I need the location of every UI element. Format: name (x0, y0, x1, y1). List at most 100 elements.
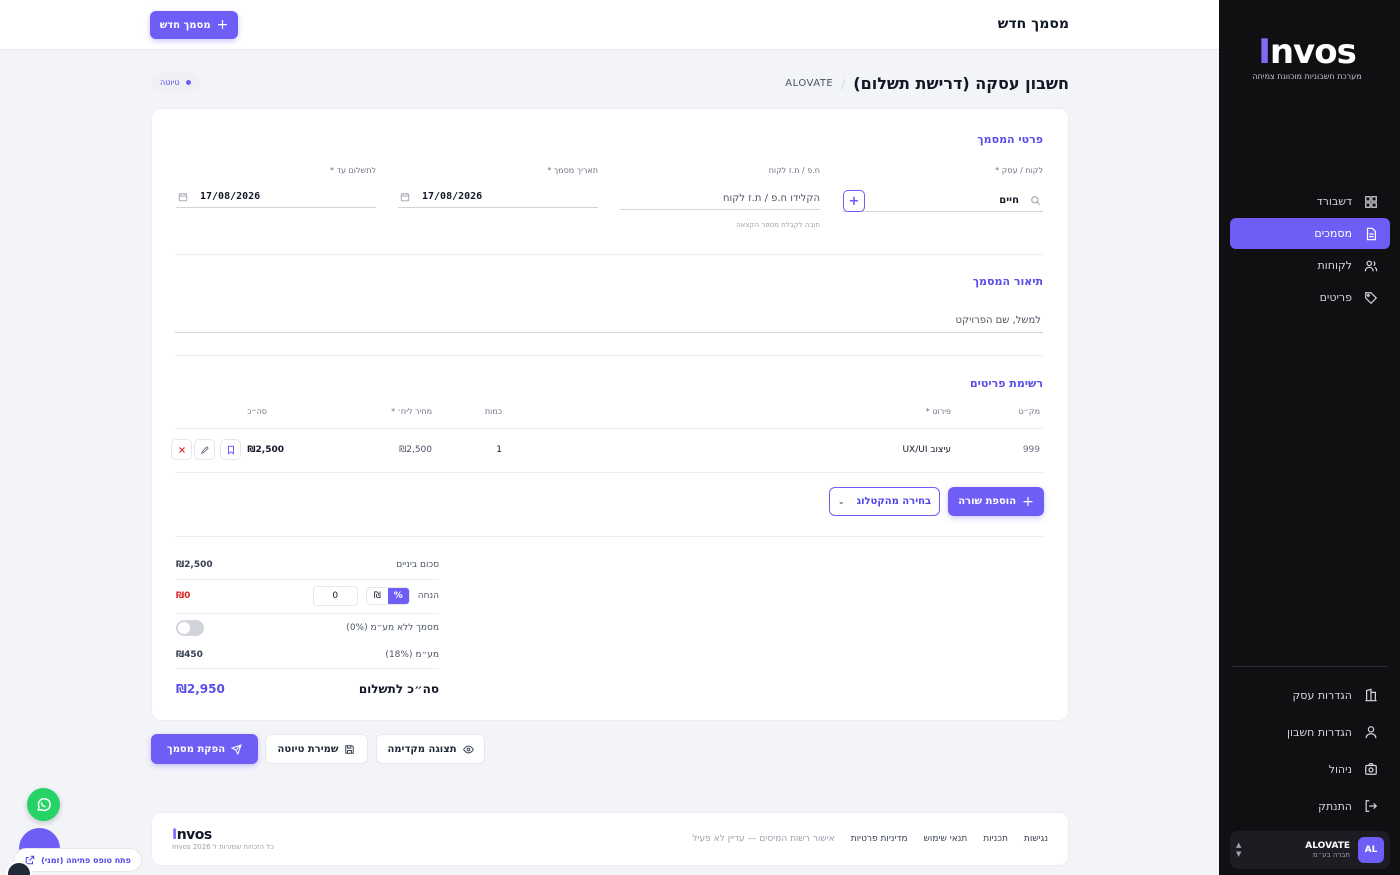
footer-link-privacy[interactable]: מדיניות פרטיות (851, 834, 908, 844)
taxid-label: ח.פ / ת.ז לקוח (768, 166, 820, 175)
document-date-value: 17/08/2026 (422, 191, 483, 202)
row-quantity[interactable]: 1 (496, 445, 502, 455)
preview-label: תצוגה מקדימה (387, 743, 457, 755)
save-draft-button[interactable]: שמירת טיוטה (265, 734, 368, 764)
sidebar-item-logout[interactable]: התנתק (1230, 788, 1390, 824)
vat-label: מע״מ (18%) (385, 650, 439, 660)
page-title: מסמך חדש (997, 16, 1069, 32)
issue-document-button[interactable]: הפקת מסמך (151, 734, 258, 764)
add-row-label: הוספת שורה (958, 496, 1017, 507)
summary-divider (176, 613, 439, 614)
sidebar-item-label: הגדרות עסק (1292, 688, 1353, 702)
no-vat-toggle[interactable] (176, 620, 204, 636)
taxid-input[interactable]: הקלידו ח.פ / ת.ז לקוח (620, 188, 820, 210)
document-date-input[interactable]: 17/08/2026 (398, 186, 598, 208)
grid-icon (1365, 195, 1377, 208)
edit-row-button[interactable] (194, 439, 215, 460)
topbar: מסמך חדש + מסמך חדש (0, 0, 1219, 50)
preview-button[interactable]: תצוגה מקדימה (376, 734, 485, 764)
bookmark-icon (227, 445, 234, 455)
plus-icon: + (216, 17, 229, 33)
calendar-icon (178, 192, 188, 202)
issue-document-label: הפקת מסמך (166, 743, 226, 755)
save-draft-label: שמירת טיוטה (277, 743, 339, 755)
tag-icon (1365, 291, 1378, 304)
due-date-label: לתשלום עד * (330, 166, 376, 175)
camera-icon (1365, 763, 1377, 775)
new-document-button[interactable]: + מסמך חדש (150, 11, 238, 39)
sidebar-item-label: הגדרות חשבון (1287, 725, 1352, 739)
subtotal-label: סכום ביניים (396, 560, 439, 570)
due-date-input[interactable]: 17/08/2026 (176, 186, 376, 208)
total-value: ₪2,950 (176, 682, 225, 696)
client-label: לקוח / עסק * (995, 166, 1043, 175)
section-divider (175, 355, 1043, 356)
discount-percent-option[interactable]: % (387, 588, 409, 604)
sidebar: Invos מערכת חשבוניות מוכוונת צמיחה דשבור… (1219, 0, 1400, 875)
add-client-button[interactable]: + (843, 190, 865, 212)
account-switcher[interactable]: AL ALOVATE חברה בע״מ ▲ ▼ (1230, 831, 1390, 869)
whatsapp-icon (37, 797, 51, 812)
whatsapp-button[interactable] (27, 788, 60, 821)
brand-tagline: מערכת חשבוניות מוכוונת צמיחה (1252, 72, 1362, 81)
eye-icon (462, 745, 474, 753)
discount-type-toggle[interactable]: % ₪ (365, 587, 410, 605)
footer: נגישות תכניות תנאי שימוש מדיניות פרטיות … (151, 812, 1069, 866)
catalog-select-button[interactable]: בחירה מהקטלוג ⌄ (829, 487, 940, 516)
footer-link-terms[interactable]: תנאי שימוש (924, 834, 968, 844)
row-description[interactable]: עיצוב UX/UI (902, 445, 951, 455)
client-value: חיים (999, 195, 1019, 206)
column-header-quantity: כמות (484, 407, 502, 416)
discount-row: הנחה % ₪ 0 ₪0 (176, 586, 439, 606)
open-ticket-button[interactable]: פתח טופס פתיחה (זמני) (14, 848, 142, 872)
close-icon (178, 446, 185, 453)
save-to-catalog-button[interactable] (220, 439, 241, 460)
row-sku[interactable]: 999 (1023, 445, 1040, 455)
column-header-description: פירוט * (925, 407, 951, 416)
avatar: AL (1358, 837, 1384, 863)
footer-link-accessibility[interactable]: נגישות (1024, 834, 1048, 844)
sidebar-item-documents[interactable]: מסמכים (1230, 218, 1390, 249)
plus-icon: + (1022, 493, 1034, 510)
sidebar-item-business-settings[interactable]: הגדרות עסק (1230, 677, 1390, 713)
sidebar-bottom-nav: הגדרות עסק הגדרות חשבון ניהול התנתק (1230, 677, 1390, 825)
section-divider (175, 254, 1043, 255)
sidebar-item-items[interactable]: פריטים (1230, 282, 1390, 313)
sidebar-item-label: ניהול (1328, 762, 1352, 776)
summary-divider (176, 668, 439, 669)
discount-shekel-option[interactable]: ₪ (367, 588, 388, 604)
save-icon (345, 744, 355, 754)
document-form-card: פרטי המסמך לקוח / עסק * חיים + ח.פ / ת.ז… (151, 108, 1069, 721)
total-label: סה״כ לתשלום (358, 682, 439, 696)
footer-logo: Invos (172, 827, 212, 843)
discount-value: ₪0 (176, 591, 191, 601)
description-input[interactable]: למשל, שם הפרויקט (175, 308, 1043, 333)
footer-link-plans[interactable]: תכניות (983, 834, 1008, 844)
sidebar-item-clients[interactable]: לקוחות (1230, 250, 1390, 281)
taxid-placeholder: הקלידו ח.פ / ת.ז לקוח (722, 193, 820, 204)
breadcrumb-separator: / (841, 76, 846, 91)
sidebar-item-label: דשבורד (1316, 195, 1352, 208)
sidebar-item-label: לקוחות (1317, 259, 1352, 272)
discount-input[interactable]: 0 (312, 586, 358, 606)
table-header-divider (175, 428, 1043, 429)
subtotal-row: סכום ביניים ₪2,500 (176, 560, 439, 570)
logout-icon (1365, 800, 1378, 812)
sidebar-item-admin[interactable]: ניהול (1230, 751, 1390, 787)
summary-divider (176, 579, 439, 580)
send-icon (231, 743, 242, 755)
status-badge: טיוטה (151, 73, 200, 91)
row-unit-price[interactable]: ₪2,500 (399, 445, 432, 455)
users-icon (1364, 260, 1378, 271)
status-label: טיוטה (160, 77, 180, 87)
add-row-button[interactable]: + הוספת שורה (948, 487, 1044, 516)
no-vat-label: מסמך ללא מע״מ (0%) (346, 623, 439, 633)
delete-row-button[interactable] (171, 439, 192, 460)
brand-logo[interactable]: Invos מערכת חשבוניות מוכוונת צמיחה (1252, 32, 1362, 81)
description-placeholder: למשל, שם הפרויקט (955, 314, 1041, 326)
chevron-updown-icon: ▲ ▼ (1236, 841, 1242, 858)
taxid-hint: חובה לקבלת מספר הקצאה (736, 221, 820, 229)
sidebar-item-account-settings[interactable]: הגדרות חשבון (1230, 714, 1390, 750)
sidebar-item-dashboard[interactable]: דשבורד (1230, 186, 1390, 217)
total-row: סה״כ לתשלום ₪2,950 (176, 682, 439, 696)
